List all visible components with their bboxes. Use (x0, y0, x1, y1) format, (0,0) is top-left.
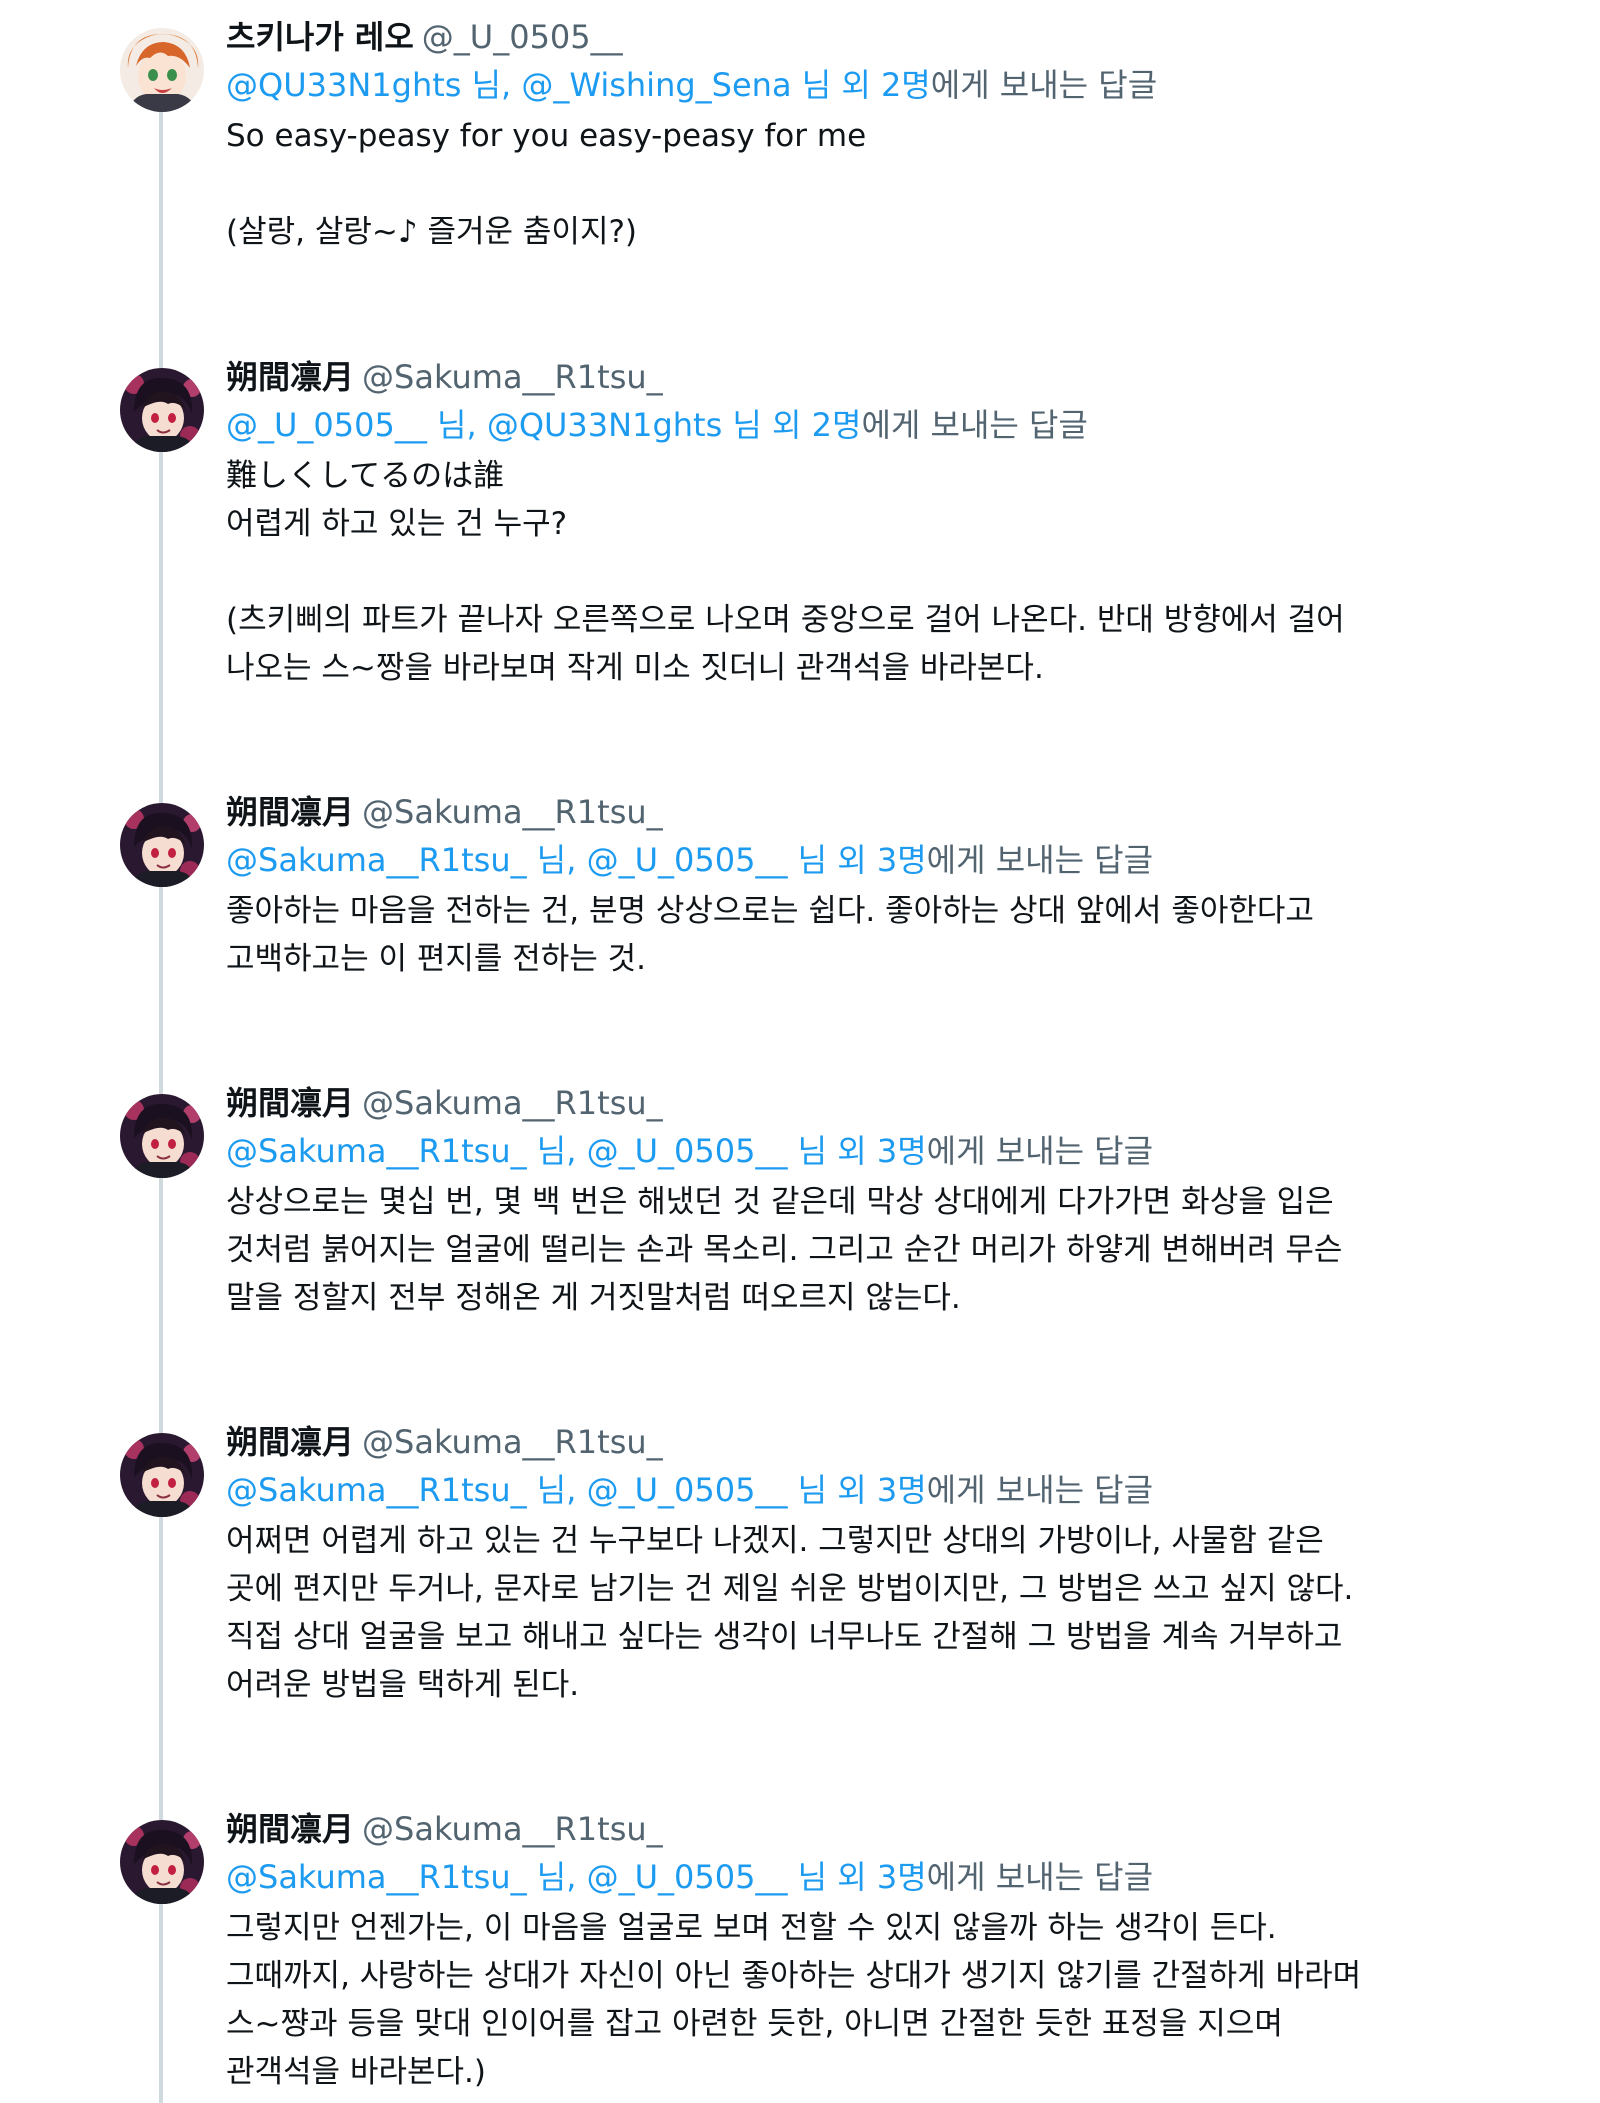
reply-suffix: 에게 보내는 답글 (926, 1858, 1154, 1896)
ritsu-avatar[interactable] (120, 1433, 204, 1517)
reply-mentions-link[interactable]: @QU33N1ghts 님, @_Wishing_Sena 님 외 2명 (226, 66, 931, 104)
tweet-header: 朔間凛月 @Sakuma__R1tsu_ (226, 354, 1560, 400)
tweet-header: 朔間凛月 @Sakuma__R1tsu_ (226, 1806, 1560, 1852)
reply-suffix: 에게 보내는 답글 (930, 66, 1158, 104)
text-line (226, 160, 1560, 208)
text-line (226, 548, 1560, 596)
display-name[interactable]: 츠키나가 레오 (226, 18, 414, 56)
tweet-text: 좋아하는 마음을 전하는 건, 분명 상상으로는 쉽다. 좋아하는 상대 앞에서… (226, 887, 1560, 983)
tweet-text: So easy-peasy for you easy-peasy for me … (226, 112, 1560, 256)
text-line: 어려운 방법을 택하게 된다. (226, 1667, 580, 1703)
text-line: 스~쨩과 등을 맞대 인이어를 잡고 아련한 듯한, 아니면 간절한 듯한 표정… (226, 2006, 1283, 2042)
reply-mentions-link[interactable]: @Sakuma__R1tsu_ 님, @_U_0505__ 님 외 3명 (226, 841, 927, 879)
reply-suffix: 에게 보내는 답글 (926, 1471, 1154, 1509)
replying-to: @Sakuma__R1tsu_ 님, @_U_0505__ 님 외 3명에게 보… (226, 1854, 1560, 1900)
text-line: 말을 정할지 전부 정해온 게 거짓말처럼 떠오르지 않는다. (226, 1280, 961, 1316)
user-handle[interactable]: @Sakuma__R1tsu_ (362, 1810, 663, 1848)
user-handle[interactable]: @Sakuma__R1tsu_ (362, 358, 663, 396)
replying-to: @Sakuma__R1tsu_ 님, @_U_0505__ 님 외 3명에게 보… (226, 1467, 1560, 1513)
reply-suffix: 에게 보내는 답글 (926, 841, 1154, 879)
tweet-text: 그렇지만 언젠가는, 이 마음을 얼굴로 보며 전할 수 있지 않을까 하는 생… (226, 1904, 1560, 2096)
tweet-text: 어쩌면 어렵게 하고 있는 건 누구보다 나겠지. 그렇지만 상대의 가방이나,… (226, 1517, 1560, 1709)
text-line: 難しくしてるのは誰 (226, 458, 505, 494)
ritsu-avatar[interactable] (120, 368, 204, 452)
replying-to: @_U_0505__ 님, @QU33N1ghts 님 외 2명에게 보내는 답… (226, 402, 1560, 448)
reply-suffix: 에게 보내는 답글 (926, 1132, 1154, 1170)
text-line: 좋아하는 마음을 전하는 건, 분명 상상으로는 쉽다. 좋아하는 상대 앞에서… (226, 893, 1314, 929)
tweet-header: 朔間凛月 @Sakuma__R1tsu_ (226, 789, 1560, 835)
user-handle[interactable]: @_U_0505__ (422, 18, 623, 56)
thread-line (159, 60, 163, 2103)
text-line: 것처럼 붉어지는 얼굴에 떨리는 손과 목소리. 그리고 순간 머리가 하얗게 … (226, 1232, 1343, 1268)
text-line: 고백하고는 이 편지를 전하는 것. (226, 941, 647, 977)
tweet-text: 難しくしてるのは誰 어렵게 하고 있는 건 누구? (츠키삐의 파트가 끝나자 … (226, 452, 1560, 692)
tweet-text: 상상으로는 몇십 번, 몇 백 번은 해냈던 것 같은데 막상 상대에게 다가가… (226, 1178, 1560, 1322)
tweet-header: 朔間凛月 @Sakuma__R1tsu_ (226, 1080, 1560, 1126)
text-line: 나오는 스~짱을 바라보며 작게 미소 짓더니 관객석을 바라본다. (226, 650, 1044, 686)
display-name[interactable]: 朔間凛月 (226, 793, 354, 831)
tweet-header: 츠키나가 레오 @_U_0505__ (226, 14, 1560, 60)
text-line: 관객석을 바라본다.) (226, 2054, 486, 2090)
tweet-header: 朔間凛月 @Sakuma__R1tsu_ (226, 1419, 1560, 1465)
text-line: 곳에 편지만 두거나, 문자로 남기는 건 제일 쉬운 방법이지만, 그 방법은… (226, 1571, 1354, 1607)
leo-avatar[interactable] (120, 28, 204, 112)
replying-to: @QU33N1ghts 님, @_Wishing_Sena 님 외 2명에게 보… (226, 62, 1560, 108)
reply-mentions-link[interactable]: @Sakuma__R1tsu_ 님, @_U_0505__ 님 외 3명 (226, 1132, 927, 1170)
reply-suffix: 에게 보내는 답글 (861, 406, 1088, 444)
text-line: 어렵게 하고 있는 건 누구? (226, 506, 568, 542)
display-name[interactable]: 朔間凛月 (226, 358, 354, 396)
display-name[interactable]: 朔間凛月 (226, 1810, 354, 1848)
reply-mentions-link[interactable]: @_U_0505__ 님, @QU33N1ghts 님 외 2명 (226, 406, 861, 444)
user-handle[interactable]: @Sakuma__R1tsu_ (362, 1084, 663, 1122)
user-handle[interactable]: @Sakuma__R1tsu_ (362, 793, 663, 831)
text-line: (츠키삐의 파트가 끝나자 오른쪽으로 나오며 중앙으로 걸어 나온다. 반대 … (226, 602, 1345, 638)
replying-to: @Sakuma__R1tsu_ 님, @_U_0505__ 님 외 3명에게 보… (226, 1128, 1560, 1174)
ritsu-avatar[interactable] (120, 1094, 204, 1178)
display-name[interactable]: 朔間凛月 (226, 1423, 354, 1461)
text-line: 어쩌면 어렵게 하고 있는 건 누구보다 나겠지. 그렇지만 상대의 가방이나,… (226, 1523, 1324, 1559)
reply-mentions-link[interactable]: @Sakuma__R1tsu_ 님, @_U_0505__ 님 외 3명 (226, 1471, 927, 1509)
display-name[interactable]: 朔間凛月 (226, 1084, 354, 1122)
user-handle[interactable]: @Sakuma__R1tsu_ (362, 1423, 663, 1461)
ritsu-avatar[interactable] (120, 1820, 204, 1904)
ritsu-avatar[interactable] (120, 803, 204, 887)
text-line: (살랑, 살랑~♪ 즐거운 춤이지?) (226, 214, 638, 250)
text-line: 그때까지, 사랑하는 상대가 자신이 아닌 좋아하는 상대가 생기지 않기를 간… (226, 1958, 1362, 1994)
text-line: 직접 상대 얼굴을 보고 해내고 싶다는 생각이 너무나도 간절해 그 방법을 … (226, 1619, 1343, 1655)
text-line: 그렇지만 언젠가는, 이 마음을 얼굴로 보며 전할 수 있지 않을까 하는 생… (226, 1910, 1277, 1946)
replying-to: @Sakuma__R1tsu_ 님, @_U_0505__ 님 외 3명에게 보… (226, 837, 1560, 883)
reply-mentions-link[interactable]: @Sakuma__R1tsu_ 님, @_U_0505__ 님 외 3명 (226, 1858, 927, 1896)
text-line: So easy-peasy for you easy-peasy for me (226, 118, 867, 154)
text-line: 상상으로는 몇십 번, 몇 백 번은 해냈던 것 같은데 막상 상대에게 다가가… (226, 1184, 1334, 1220)
